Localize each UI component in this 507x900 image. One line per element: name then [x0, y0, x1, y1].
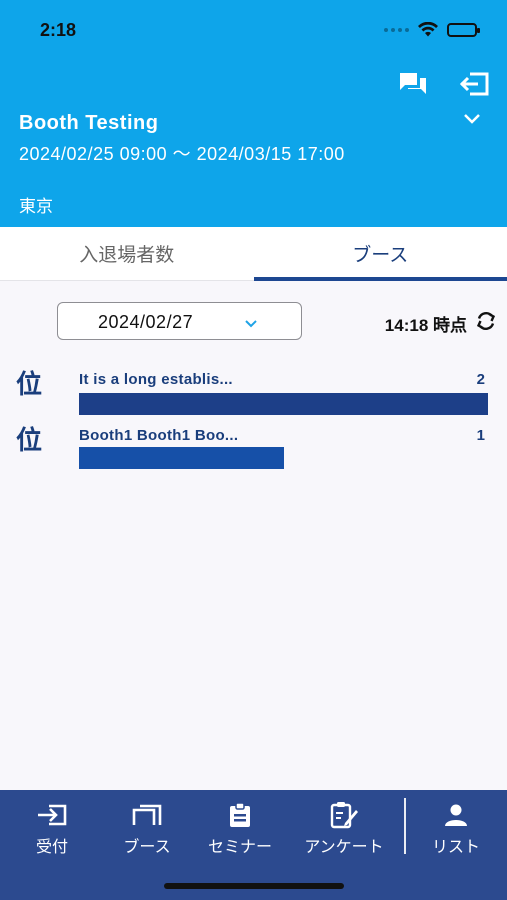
login-icon [35, 802, 69, 828]
event-dates: 2024/02/25 09:00 ～ 2024/03/15 17:00 [19, 144, 345, 164]
survey-icon [329, 802, 359, 829]
clipboard-icon [228, 802, 252, 828]
refresh-icon[interactable] [475, 310, 497, 332]
nav-label: アンケート [304, 839, 384, 856]
status-icons [384, 22, 480, 38]
selected-date: 2024/02/27 [98, 312, 194, 332]
nav-survey[interactable]: アンケート [294, 790, 394, 860]
tab-bar: 入退場者数 ブース [0, 227, 507, 281]
app-header: 2:18 Booth Testing 2024/02/25 09:00 ～ 20… [0, 0, 507, 227]
status-time: 2:18 [40, 20, 77, 40]
nav-label: ブース [123, 839, 171, 856]
chevron-down-icon [244, 316, 258, 334]
event-title: Booth Testing [19, 112, 159, 134]
booth-name: It is a long establis... [79, 371, 233, 388]
tab-booth[interactable]: ブース [253, 227, 507, 281]
battery-icon [447, 23, 480, 37]
visit-bar [79, 393, 488, 415]
nav-reception[interactable]: 受付 [24, 790, 80, 860]
visit-bar [79, 447, 284, 469]
nav-list[interactable]: リスト [424, 790, 488, 860]
rank-mark: 位 [16, 426, 43, 456]
chevron-down-icon[interactable] [463, 112, 481, 130]
tab-attendance[interactable]: 入退場者数 [0, 227, 254, 280]
booth-icon [130, 802, 164, 828]
visit-count: 2 [476, 371, 485, 388]
nav-seminar[interactable]: セミナー [200, 790, 280, 860]
rank-mark: 位 [16, 370, 43, 400]
booth-name: Booth1 Booth1 Boo... [79, 427, 239, 444]
as-of-time: 14:18 時点 [384, 316, 467, 335]
date-picker[interactable]: 2024/02/27 [57, 302, 302, 340]
person-icon [443, 802, 469, 828]
chat-icon[interactable] [397, 68, 429, 100]
nav-label: 受付 [35, 839, 68, 856]
nav-booth[interactable]: ブース [112, 790, 182, 860]
nav-divider [404, 798, 406, 854]
visit-count: 1 [476, 427, 485, 444]
logout-icon[interactable] [459, 68, 491, 100]
nav-label: リスト [431, 839, 480, 856]
home-indicator [164, 883, 344, 889]
cellular-signal-icon [384, 28, 409, 32]
wifi-icon [418, 22, 438, 37]
event-place: 東京 [19, 197, 53, 216]
header-actions [397, 68, 491, 100]
nav-label: セミナー [207, 839, 272, 856]
status-bar: 2:18 [0, 0, 507, 60]
